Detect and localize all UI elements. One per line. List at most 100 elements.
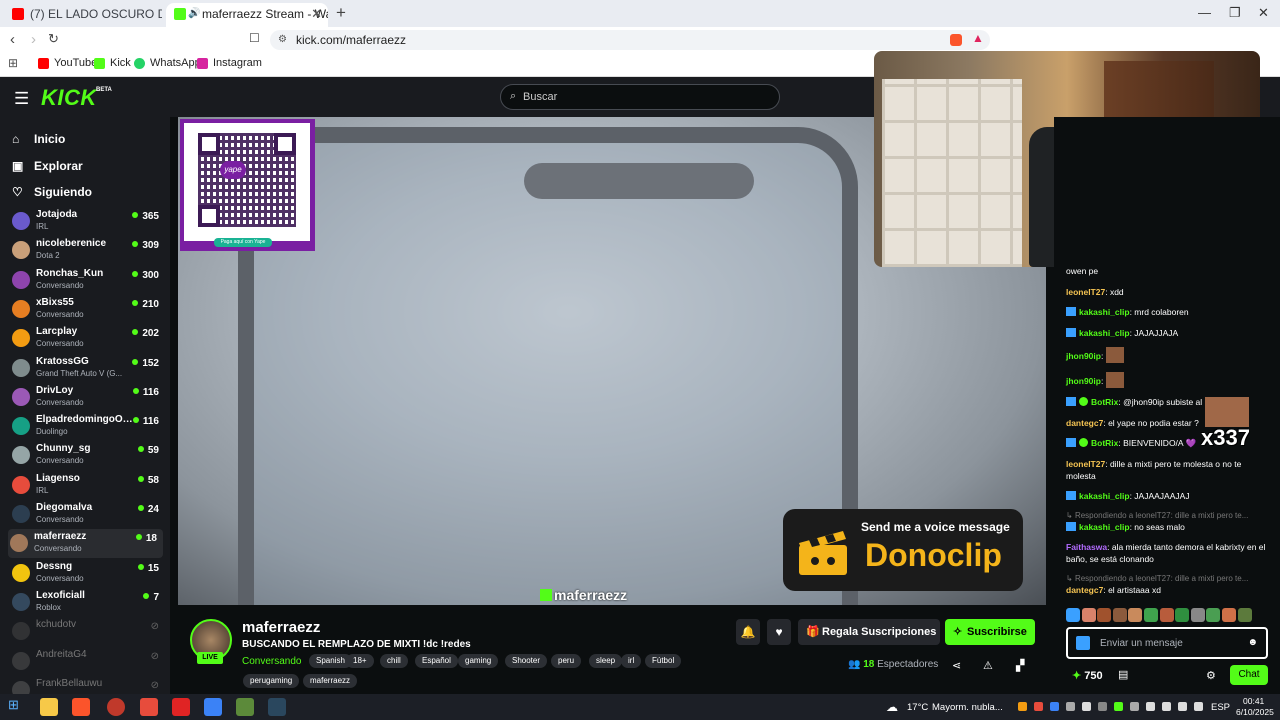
stream-tag[interactable]: Shooter — [505, 654, 548, 668]
report-icon[interactable]: ⚠ — [983, 659, 993, 672]
emote-icon[interactable] — [1066, 608, 1080, 622]
follow-heart-icon[interactable]: ♥ — [767, 619, 791, 645]
tray-icon[interactable] — [1050, 702, 1059, 711]
sidebar-channel-larcplay[interactable]: Larcplay Conversando 202 — [10, 324, 165, 353]
stream-tag[interactable]: perugaming — [243, 674, 300, 688]
tray-icon[interactable] — [1034, 702, 1043, 711]
sidebar-channel-chunny-sg[interactable]: Chunny_sg Conversando 59 — [10, 441, 165, 470]
sidebar-channel-dessng[interactable]: Dessng Conversando 15 — [10, 559, 165, 588]
sidebar-item-explorar[interactable]: ▣ Explorar — [12, 159, 83, 173]
bookmark-icon[interactable]: ☐ — [249, 31, 260, 45]
language-indicator[interactable]: ESP — [1211, 702, 1230, 713]
tray-icon[interactable] — [1066, 702, 1075, 711]
menu-icon[interactable]: ☰ — [14, 89, 29, 109]
obs-icon[interactable] — [107, 698, 125, 716]
windows-start-icon[interactable]: ⊞ — [8, 697, 26, 715]
streamer-name[interactable]: maferraezz — [242, 619, 320, 636]
clip-icon[interactable]: ▞ — [1016, 659, 1024, 672]
sidebar-channel-nicoleberenice[interactable]: nicoleberenice Dota 2 309 — [10, 236, 165, 265]
file-explorer-icon[interactable] — [40, 698, 58, 716]
chat-username[interactable]: kakashi_clip — [1079, 307, 1130, 317]
emote-icon[interactable] — [1159, 608, 1174, 622]
chat-settings-icon[interactable]: ⚙ — [1206, 669, 1216, 682]
chat-message[interactable]: leonelT27: xdd — [1066, 286, 1266, 298]
sidebar-channel-kratossgg[interactable]: KratossGG Grand Theft Auto V (G... 152 — [10, 354, 165, 383]
tab-youtube[interactable]: (7) EL LADO OSCURO DEL TRANSPO — [4, 3, 162, 27]
channel-points[interactable]: ✦ 750 — [1072, 669, 1103, 682]
restore-button[interactable]: ❐ — [1229, 5, 1241, 21]
microphone-icon[interactable] — [1082, 702, 1091, 711]
steam-icon[interactable] — [268, 698, 286, 716]
emote-icon[interactable] — [1175, 608, 1190, 622]
clock-time[interactable]: 00:41 — [1243, 696, 1264, 706]
brave-shield-icon[interactable] — [950, 34, 962, 46]
new-tab-button[interactable]: + — [336, 3, 346, 23]
sidebar-channel-drivloy[interactable]: DrivLoy Conversando 116 — [10, 383, 165, 412]
chat-message[interactable]: Faithaswa: ala mierda tanto demora el ka… — [1066, 541, 1266, 565]
monitor-icon[interactable] — [1162, 702, 1171, 711]
emoji-picker-icon[interactable]: ☻ — [1247, 637, 1258, 648]
back-icon[interactable]: ‹ — [10, 31, 15, 48]
sidebar-channel-xbixs55[interactable]: xBixs55 Conversando 210 — [10, 295, 165, 324]
stream-tag[interactable]: sleep — [589, 654, 623, 668]
sidebar-channel-maferraezz[interactable]: maferraezz Conversando 18 — [8, 529, 163, 559]
sidebar-channel-andreitag4[interactable]: AndreitaG4 ⊘ — [10, 647, 165, 676]
sidebar-item-siguiendo[interactable]: ♡ Siguiendo — [12, 185, 92, 199]
voicemeeter-icon[interactable] — [140, 698, 158, 716]
chat-username[interactable]: Faithaswa — [1066, 542, 1107, 552]
emote-icon[interactable] — [1221, 608, 1236, 622]
sidebar-channel-liagenso[interactable]: Liagenso IRL 58 — [10, 471, 165, 500]
network-icon[interactable] — [1146, 702, 1155, 711]
emote-icon[interactable] — [1143, 608, 1158, 622]
gift-subs-button[interactable]: 🎁 Regala Suscripciones — [798, 619, 940, 645]
chat-message[interactable]: kakashi_clip: no seas malo — [1066, 521, 1266, 533]
battery-icon[interactable] — [1194, 702, 1203, 711]
app-icon[interactable] — [172, 698, 190, 716]
chat-username[interactable]: kakashi_clip — [1079, 491, 1130, 501]
stream-tag[interactable]: peru — [551, 654, 582, 668]
emote-icon[interactable] — [1190, 608, 1205, 622]
tray-icon[interactable] — [1098, 702, 1107, 711]
chat-message[interactable]: kakashi_clip: JAJAAJAAJAJ — [1066, 490, 1266, 502]
sidebar-channel-ronchas-kun[interactable]: Ronchas_Kun Conversando 300 — [10, 266, 165, 295]
stream-tag[interactable]: chill — [380, 654, 408, 668]
chat-message[interactable]: jhon90ip: — [1066, 347, 1266, 363]
sidebar-channel-jotajoda[interactable]: Jotajoda IRL 365 — [10, 207, 165, 236]
chat-send-button[interactable]: Chat — [1230, 665, 1268, 685]
close-window-button[interactable]: ✕ — [1258, 5, 1269, 21]
sidebar-channel-frankbellauwu[interactable]: FrankBellauwu ⊘ — [10, 676, 165, 694]
sidebar-item-inicio[interactable]: ⌂ Inicio — [12, 132, 65, 146]
sidebar-channel-elpadredomingoofi[interactable]: ElpadredomingoOfi... Duolingo 116 — [10, 412, 165, 441]
chat-username[interactable]: BotRix — [1091, 397, 1118, 407]
tray-icon[interactable] — [1018, 702, 1027, 711]
forward-icon[interactable]: › — [31, 31, 36, 48]
tab-kick[interactable]: 🔊 maferraezz Stream - Watch Li ✕ — [166, 3, 328, 27]
subscribe-button[interactable]: ✧ Suscribirse — [945, 619, 1035, 645]
stream-tag[interactable]: irl — [621, 654, 642, 668]
chat-username[interactable]: leonelT27 — [1066, 459, 1105, 469]
sidebar-channel-kchudotv[interactable]: kchudotv ⊘ — [10, 617, 165, 646]
chat-username[interactable]: jhon90ip — [1066, 351, 1101, 361]
minimize-button[interactable]: — — [1198, 5, 1211, 20]
share-icon[interactable]: ⋖ — [952, 659, 961, 672]
kick-logo[interactable]: KICK — [41, 85, 97, 111]
chat-username[interactable]: kakashi_clip — [1079, 328, 1130, 338]
search-input[interactable]: ⌕ Buscar — [500, 84, 780, 110]
url-field[interactable]: ⚙ kick.com/maferraezz — [270, 30, 990, 50]
sidebar-channel-diegomalva[interactable]: Diegomalva Conversando 24 — [10, 500, 165, 529]
chat-message[interactable]: leonelT27: dille a mixti pero te molesta… — [1066, 458, 1266, 482]
chat-username[interactable]: dantegc7 — [1066, 418, 1103, 428]
emote-icon[interactable] — [1206, 608, 1221, 622]
site-info-icon[interactable]: ⚙ — [278, 30, 287, 50]
chat-input[interactable]: Enviar un mensaje ☻ — [1066, 627, 1268, 659]
stream-tag[interactable]: Español — [415, 654, 458, 668]
emote-icon[interactable] — [1237, 608, 1252, 622]
tray-icon[interactable] — [1130, 702, 1139, 711]
chat-message[interactable]: owen pe — [1066, 265, 1266, 277]
close-tab-icon[interactable]: ✕ — [311, 3, 322, 25]
chat-username[interactable]: dantegc7 — [1066, 585, 1103, 595]
weather-text[interactable]: Mayorm. nubla... — [932, 702, 1003, 713]
chat-username[interactable]: jhon90ip — [1066, 376, 1101, 386]
chat-message[interactable]: kakashi_clip: mrd colaboren — [1066, 306, 1266, 318]
tray-icon[interactable] — [1114, 702, 1123, 711]
